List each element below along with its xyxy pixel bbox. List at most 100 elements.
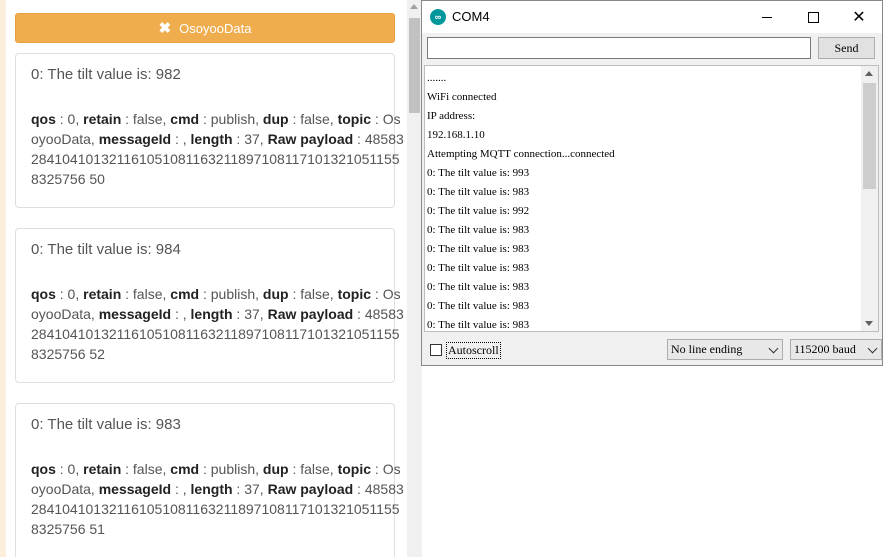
topic-tag-button[interactable]: ✖ OsoyooData [15,13,395,43]
meta-value: : 0, [55,461,84,477]
meta-key: length [190,306,233,322]
send-button[interactable]: Send [818,37,875,59]
output-scrollbar[interactable] [861,66,878,331]
meta-value: : false, [288,111,338,127]
message-title: 0: The tilt value is: 984 [31,241,181,258]
close-icon: ✕ [852,9,866,26]
meta-key: messageId [98,306,172,322]
meta-value: : 37, [232,131,268,147]
title-bar[interactable]: ∞ COM4 ✕ [422,1,882,33]
meta-key: length [190,481,233,497]
meta-value: : publish, [199,461,263,477]
serial-output[interactable]: ....... WiFi connected IP address: 192.1… [424,65,879,332]
message-title: 0: The tilt value is: 982 [31,66,181,83]
maximize-icon [807,11,819,23]
baud-rate-value: 115200 baud [794,342,856,356]
output-line: Attempting MQTT connection...connected [427,148,615,160]
meta-key: qos [31,111,56,127]
line-ending-value: No line ending [671,342,743,356]
meta-value: : publish, [199,111,263,127]
meta-key: Raw payload [267,131,354,147]
output-line: 0: The tilt value is: 983 [427,300,530,312]
panel-scrollbar[interactable] [407,0,422,557]
meta-key: topic [337,461,372,477]
topic-label: OsoyooData [179,20,252,36]
meta-key: retain [83,461,122,477]
meta-value: : , [171,306,191,322]
serial-monitor-window: ∞ COM4 ✕ Send ....... WiFi connected IP … [421,0,883,366]
close-icon[interactable]: ✖ [159,19,172,37]
minimize-icon [762,16,772,18]
meta-key: cmd [170,461,200,477]
message-meta: qos : 0, retain : false, cmd : publish, … [31,284,406,364]
scrollbar-thumb[interactable] [409,18,420,113]
meta-key: cmd [170,286,200,302]
scroll-up-icon[interactable] [865,71,873,76]
meta-value: : false, [288,461,338,477]
baud-rate-select[interactable]: 115200 baud [790,339,882,360]
meta-value: : 37, [232,306,268,322]
meta-key: messageId [98,481,172,497]
panel-left-border [0,0,6,557]
send-input[interactable] [427,37,811,59]
meta-value: : publish, [199,286,263,302]
output-line: 0: The tilt value is: 983 [427,186,530,198]
message-title: 0: The tilt value is: 983 [31,416,181,433]
line-ending-select[interactable]: No line ending [667,339,783,360]
meta-key: retain [83,111,122,127]
meta-key: topic [337,111,372,127]
scrollbar-thumb[interactable] [863,83,876,189]
meta-value: : 0, [55,286,84,302]
scroll-up-icon[interactable] [410,4,418,9]
meta-key: Raw payload [267,306,354,322]
meta-key: topic [337,286,372,302]
close-button[interactable]: ✕ [836,1,882,33]
meta-key: dup [262,286,289,302]
message-meta: qos : 0, retain : false, cmd : publish, … [31,459,406,539]
minimize-button[interactable] [744,1,790,33]
message-card: 0: The tilt value is: 982 qos : 0, retai… [15,53,404,208]
output-line: IP address: [427,110,476,122]
meta-value: : , [171,131,191,147]
meta-value: : false, [121,286,171,302]
meta-value: : false, [288,286,338,302]
scroll-down-icon[interactable] [865,321,873,326]
message-meta: qos : 0, retain : false, cmd : publish, … [31,109,406,189]
output-line: 0: The tilt value is: 983 [427,319,530,331]
meta-key: dup [262,111,289,127]
output-line: 0: The tilt value is: 993 [427,167,530,179]
output-line: 0: The tilt value is: 983 [427,281,530,293]
output-line: 0: The tilt value is: 983 [427,262,530,274]
message-card: 0: The tilt value is: 983 qos : 0, retai… [15,403,404,557]
output-line: 0: The tilt value is: 992 [427,205,530,217]
output-line: 0: The tilt value is: 983 [427,224,530,236]
meta-value: : false, [121,111,171,127]
meta-value: : , [171,481,191,497]
meta-key: retain [83,286,122,302]
output-line: WiFi connected [427,91,497,103]
autoscroll-label[interactable]: Autoscroll [446,342,501,359]
meta-key: dup [262,461,289,477]
arduino-icon: ∞ [430,9,446,25]
meta-key: messageId [98,131,172,147]
message-card: 0: The tilt value is: 984 qos : 0, retai… [15,228,404,383]
meta-value: : 0, [55,111,84,127]
meta-key: cmd [170,111,200,127]
maximize-button[interactable] [790,1,836,33]
output-line: 0: The tilt value is: 983 [427,243,530,255]
window-title: COM4 [452,9,490,24]
output-line: ....... [427,72,447,84]
bottom-bar: Autoscroll No line ending 115200 baud [422,334,882,365]
output-line: 192.168.1.10 [427,129,485,141]
meta-key: length [190,131,233,147]
output-lines: ....... WiFi connected IP address: 192.1… [427,69,857,331]
meta-key: qos [31,461,56,477]
meta-value: : false, [121,461,171,477]
autoscroll-checkbox[interactable] [430,344,442,356]
meta-value: : 37, [232,481,268,497]
meta-key: qos [31,286,56,302]
mqtt-message-panel: ✖ OsoyooData 0: The tilt value is: 982 q… [0,0,408,557]
chevron-down-icon [867,343,878,354]
meta-key: Raw payload [267,481,354,497]
chevron-down-icon [768,343,779,354]
